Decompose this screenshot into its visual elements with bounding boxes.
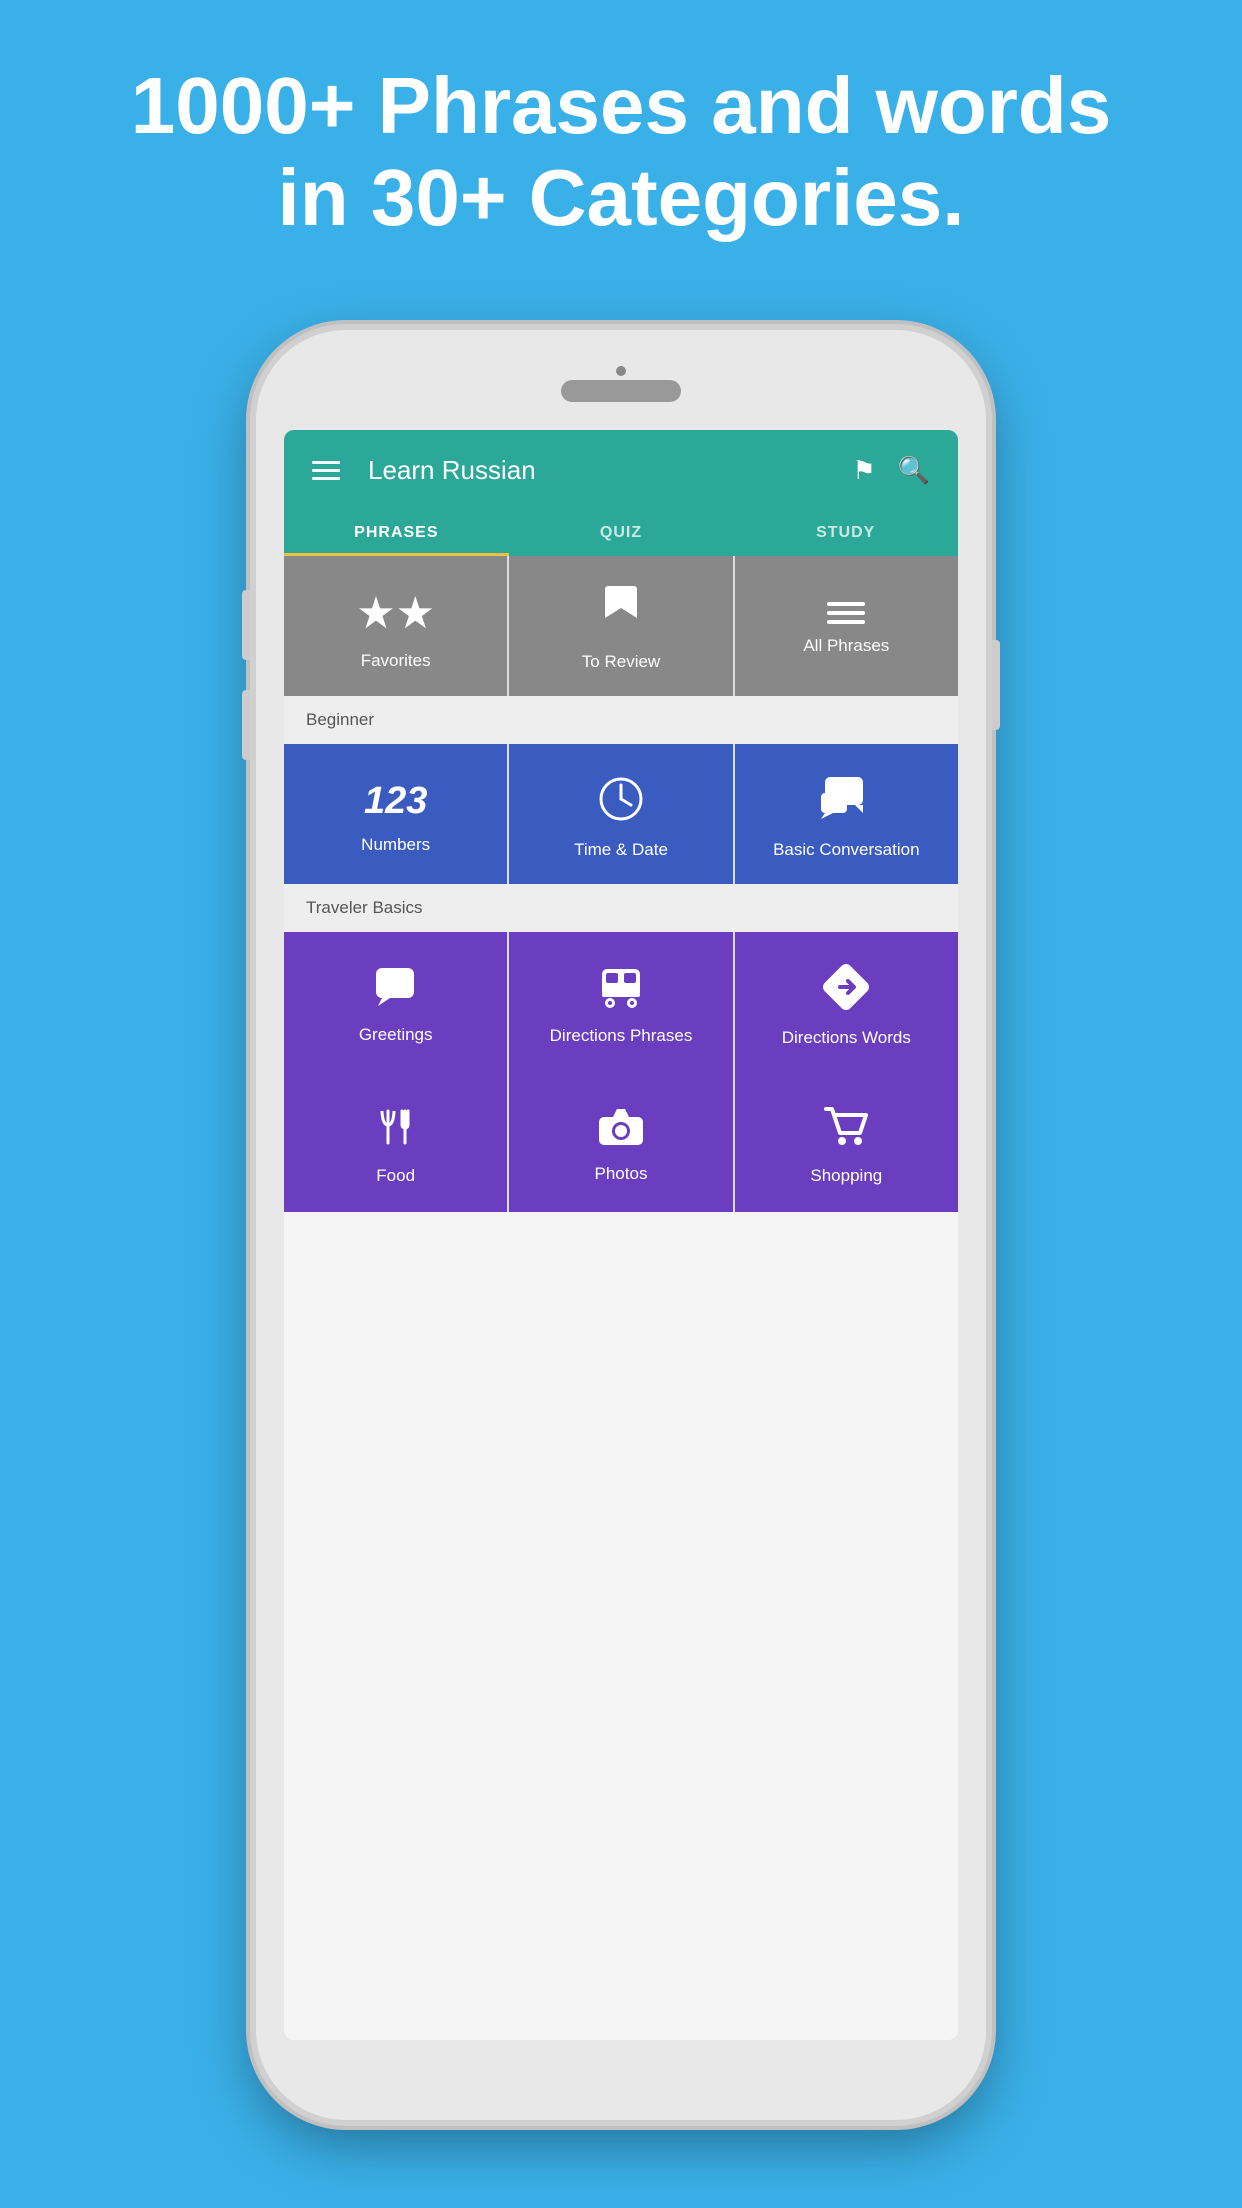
utensils-icon <box>374 1105 418 1154</box>
bottom-category-grid: Food Photos <box>284 1072 958 1212</box>
section-traveler: Traveler Basics <box>284 884 958 932</box>
app-content: ★ Favorites To Review <box>284 556 958 1212</box>
phone-frame: Learn Russian ⚑ 🔍 PHRASES QUIZ STUDY <box>256 330 986 2120</box>
category-directions-phrases[interactable]: Directions Phrases <box>509 932 732 1072</box>
bookmark-icon <box>603 586 639 640</box>
section-beginner: Beginner <box>284 696 958 744</box>
cart-icon <box>822 1105 870 1154</box>
star-icon: ★ <box>356 588 435 639</box>
all-phrases-label: All Phrases <box>803 636 889 656</box>
tab-bar: PHRASES QUIZ STUDY <box>284 510 958 556</box>
top-category-grid: ★ Favorites To Review <box>284 556 958 696</box>
app-header: Learn Russian ⚑ 🔍 PHRASES QUIZ STUDY <box>284 430 958 556</box>
basic-conversation-label: Basic Conversation <box>773 840 919 860</box>
numbers-label: Numbers <box>361 835 430 855</box>
bus-icon <box>598 965 644 1014</box>
app-title: Learn Russian <box>368 455 852 486</box>
food-label: Food <box>376 1166 415 1186</box>
category-favorites[interactable]: ★ Favorites <box>284 556 507 696</box>
beginner-category-grid: 123 Numbers Time & Date <box>284 744 958 884</box>
category-all-phrases[interactable]: All Phrases <box>735 556 958 696</box>
search-icon[interactable]: 🔍 <box>898 455 930 486</box>
numbers-icon: 123 <box>364 780 427 823</box>
category-shopping[interactable]: Shopping <box>735 1072 958 1212</box>
category-directions-words[interactable]: Directions Words <box>735 932 958 1072</box>
favorites-label: Favorites <box>361 651 431 671</box>
traveler-category-grid: Greetings <box>284 932 958 1072</box>
app-toolbar: Learn Russian ⚑ 🔍 <box>284 430 958 510</box>
photos-label: Photos <box>595 1164 648 1184</box>
vol-down-button <box>242 690 250 760</box>
tab-study[interactable]: STUDY <box>733 510 958 556</box>
tab-quiz[interactable]: QUIZ <box>509 510 734 556</box>
tab-phrases[interactable]: PHRASES <box>284 510 509 556</box>
flag-icon[interactable]: ⚑ <box>852 455 875 486</box>
directions-phrases-label: Directions Phrases <box>550 1026 693 1046</box>
chat-icon <box>821 775 871 828</box>
phone-speaker <box>561 380 681 402</box>
camera-icon <box>597 1107 645 1152</box>
header-icons: ⚑ 🔍 <box>852 455 930 486</box>
lines-icon <box>827 602 865 624</box>
category-numbers[interactable]: 123 Numbers <box>284 744 507 884</box>
to-review-label: To Review <box>582 652 660 672</box>
phone-screen: Learn Russian ⚑ 🔍 PHRASES QUIZ STUDY <box>284 430 958 2040</box>
time-date-label: Time & Date <box>574 840 668 860</box>
directions-words-label: Directions Words <box>782 1028 911 1048</box>
power-button <box>992 640 1000 730</box>
category-basic-conversation[interactable]: Basic Conversation <box>735 744 958 884</box>
greetings-label: Greetings <box>359 1025 433 1045</box>
direction-icon <box>822 963 870 1016</box>
category-food[interactable]: Food <box>284 1072 507 1212</box>
clock-icon <box>597 775 645 828</box>
category-time-date[interactable]: Time & Date <box>509 744 732 884</box>
category-photos[interactable]: Photos <box>509 1072 732 1212</box>
menu-button[interactable] <box>312 461 340 480</box>
category-to-review[interactable]: To Review <box>509 556 732 696</box>
category-greetings[interactable]: Greetings <box>284 932 507 1072</box>
vol-up-button <box>242 590 250 660</box>
shopping-label: Shopping <box>810 1166 882 1186</box>
tagline: 1000+ Phrases and words in 30+ Categorie… <box>0 60 1242 244</box>
speech-icon <box>374 966 418 1013</box>
